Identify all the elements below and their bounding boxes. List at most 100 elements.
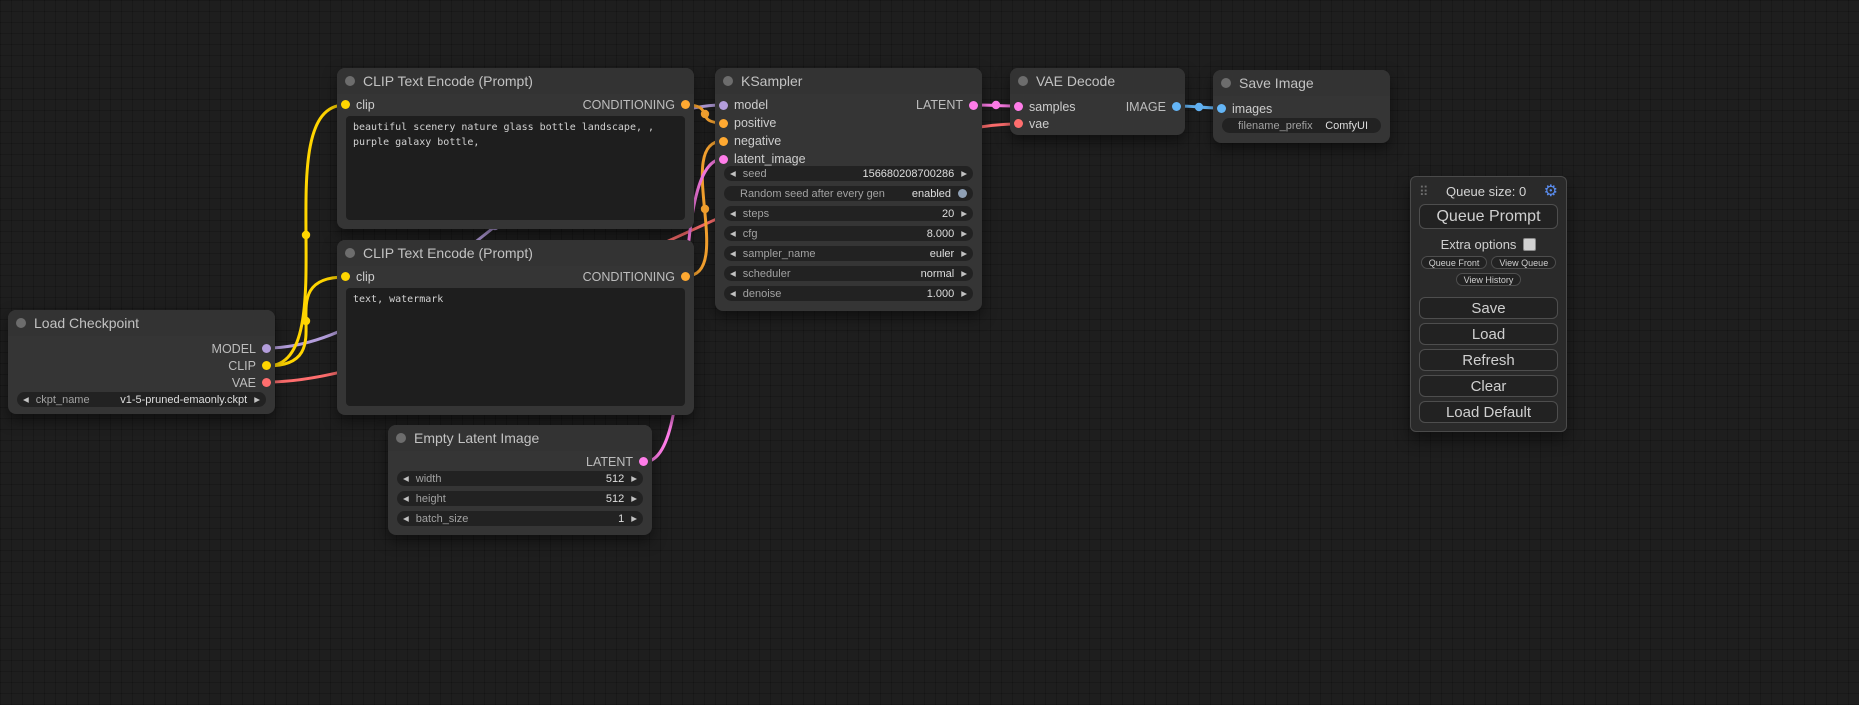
view-history-button[interactable]: View History — [1456, 273, 1522, 286]
increment-arrow-icon[interactable]: ▶ — [961, 210, 967, 218]
model-output-port[interactable] — [262, 344, 271, 353]
width-widget[interactable]: ◀ width 512 ▶ — [397, 471, 643, 486]
increment-arrow-icon[interactable]: ▶ — [961, 170, 967, 178]
increment-arrow-icon[interactable]: ▶ — [254, 396, 260, 404]
node-titlebar[interactable]: VAE Decode — [1010, 68, 1185, 94]
port-row: model LATENT — [715, 96, 982, 114]
node-collapse-dot[interactable] — [345, 76, 355, 86]
drag-handle-icon[interactable]: ⠿ — [1419, 184, 1429, 200]
clip-input-port[interactable] — [341, 100, 350, 109]
conditioning-output-port[interactable] — [681, 272, 690, 281]
seed-control-widget[interactable]: Random seed after every gen enabled — [724, 186, 973, 201]
height-widget[interactable]: ◀ height 512 ▶ — [397, 491, 643, 506]
node-vae-decode[interactable]: VAE Decode samples IMAGE vae — [1010, 68, 1185, 135]
node-empty-latent-image[interactable]: Empty Latent Image LATENT ◀ width 512 ▶ … — [388, 425, 652, 535]
denoise-widget[interactable]: ◀ denoise 1.000 ▶ — [724, 286, 973, 301]
scheduler-widget[interactable]: ◀ scheduler normal ▶ — [724, 266, 973, 281]
decrement-arrow-icon[interactable]: ◀ — [730, 170, 736, 178]
node-clip-text-encode-negative[interactable]: CLIP Text Encode (Prompt) clip CONDITION… — [337, 240, 694, 415]
settings-gear-icon[interactable]: ⚙ — [1544, 184, 1558, 200]
node-collapse-dot[interactable] — [396, 433, 406, 443]
widget-value: euler — [930, 248, 954, 260]
latent-image-input-port[interactable] — [719, 155, 728, 164]
node-titlebar[interactable]: CLIP Text Encode (Prompt) — [337, 240, 694, 266]
load-default-button[interactable]: Load Default — [1419, 401, 1558, 423]
clip-output-port[interactable] — [262, 361, 271, 370]
refresh-button[interactable]: Refresh — [1419, 349, 1558, 371]
decrement-arrow-icon[interactable]: ◀ — [730, 210, 736, 218]
clear-button[interactable]: Clear — [1419, 375, 1558, 397]
widget-name: batch_size — [416, 513, 469, 525]
node-graph-canvas[interactable]: Load Checkpoint MODEL CLIP VAE ◀ ckpt_na… — [0, 0, 1859, 705]
vae-input-port[interactable] — [1014, 119, 1023, 128]
node-titlebar[interactable]: Empty Latent Image — [388, 425, 652, 451]
increment-arrow-icon[interactable]: ▶ — [631, 515, 637, 523]
seed-widget[interactable]: ◀ seed 156680208700286 ▶ — [724, 166, 973, 181]
widget-name: filename_prefix — [1238, 120, 1313, 132]
vae-output-port[interactable] — [262, 378, 271, 387]
steps-widget[interactable]: ◀ steps 20 ▶ — [724, 206, 973, 221]
increment-arrow-icon[interactable]: ▶ — [631, 495, 637, 503]
image-output-port[interactable] — [1172, 102, 1181, 111]
model-input-port[interactable] — [719, 101, 728, 110]
increment-arrow-icon[interactable]: ▶ — [961, 250, 967, 258]
queue-size-label: Queue size: 0 — [1429, 184, 1544, 199]
decrement-arrow-icon[interactable]: ◀ — [730, 290, 736, 298]
extra-options-label: Extra options — [1441, 237, 1517, 252]
filename-prefix-widget[interactable]: filename_prefix ComfyUI — [1222, 118, 1381, 133]
widget-name: width — [416, 473, 442, 485]
positive-input-port[interactable] — [719, 119, 728, 128]
node-save-image[interactable]: Save Image images filename_prefix ComfyU… — [1213, 70, 1390, 143]
node-collapse-dot[interactable] — [345, 248, 355, 258]
queue-prompt-button[interactable]: Queue Prompt — [1419, 204, 1558, 229]
save-button[interactable]: Save — [1419, 297, 1558, 319]
node-collapse-dot[interactable] — [1221, 78, 1231, 88]
decrement-arrow-icon[interactable]: ◀ — [403, 515, 409, 523]
node-titlebar[interactable]: KSampler — [715, 68, 982, 94]
latent-output-port[interactable] — [639, 457, 648, 466]
increment-arrow-icon[interactable]: ▶ — [961, 230, 967, 238]
seed-control-toggle-icon[interactable] — [958, 189, 967, 198]
decrement-arrow-icon[interactable]: ◀ — [23, 396, 29, 404]
node-ksampler[interactable]: KSampler model LATENT positive negative … — [715, 68, 982, 311]
increment-arrow-icon[interactable]: ▶ — [961, 290, 967, 298]
queue-front-button[interactable]: Queue Front — [1421, 256, 1488, 269]
load-button[interactable]: Load — [1419, 323, 1558, 345]
cfg-widget[interactable]: ◀ cfg 8.000 ▶ — [724, 226, 973, 241]
negative-input-port[interactable] — [719, 137, 728, 146]
increment-arrow-icon[interactable]: ▶ — [961, 270, 967, 278]
decrement-arrow-icon[interactable]: ◀ — [730, 230, 736, 238]
decrement-arrow-icon[interactable]: ◀ — [403, 475, 409, 483]
link-midpoint-dot — [992, 101, 1000, 109]
port-row: MODEL — [8, 340, 275, 357]
node-load-checkpoint[interactable]: Load Checkpoint MODEL CLIP VAE ◀ ckpt_na… — [8, 310, 275, 414]
decrement-arrow-icon[interactable]: ◀ — [730, 250, 736, 258]
node-clip-text-encode-positive[interactable]: CLIP Text Encode (Prompt) clip CONDITION… — [337, 68, 694, 229]
extra-options-checkbox[interactable] — [1523, 238, 1536, 251]
node-title: Save Image — [1239, 75, 1314, 91]
view-queue-button[interactable]: View Queue — [1491, 256, 1556, 269]
sampler-name-widget[interactable]: ◀ sampler_name euler ▶ — [724, 246, 973, 261]
node-collapse-dot[interactable] — [723, 76, 733, 86]
node-titlebar[interactable]: CLIP Text Encode (Prompt) — [337, 68, 694, 94]
node-titlebar[interactable]: Save Image — [1213, 70, 1390, 96]
samples-input-port[interactable] — [1014, 102, 1023, 111]
port-row: LATENT — [388, 453, 652, 470]
node-collapse-dot[interactable] — [16, 318, 26, 328]
decrement-arrow-icon[interactable]: ◀ — [403, 495, 409, 503]
increment-arrow-icon[interactable]: ▶ — [631, 475, 637, 483]
node-collapse-dot[interactable] — [1018, 76, 1028, 86]
ckpt-name-widget[interactable]: ◀ ckpt_name v1-5-pruned-emaonly.ckpt ▶ — [17, 392, 266, 407]
conditioning-output-port[interactable] — [681, 100, 690, 109]
images-input-port[interactable] — [1217, 104, 1226, 113]
clip-input-port[interactable] — [341, 272, 350, 281]
node-title: KSampler — [741, 73, 802, 89]
latent-output-port[interactable] — [969, 101, 978, 110]
batch-size-widget[interactable]: ◀ batch_size 1 ▶ — [397, 511, 643, 526]
node-title: Empty Latent Image — [414, 430, 539, 446]
port-row: samples IMAGE — [1010, 98, 1185, 115]
node-titlebar[interactable]: Load Checkpoint — [8, 310, 275, 336]
negative-prompt-textarea[interactable]: text, watermark — [346, 288, 685, 406]
positive-prompt-textarea[interactable]: beautiful scenery nature glass bottle la… — [346, 116, 685, 220]
decrement-arrow-icon[interactable]: ◀ — [730, 270, 736, 278]
